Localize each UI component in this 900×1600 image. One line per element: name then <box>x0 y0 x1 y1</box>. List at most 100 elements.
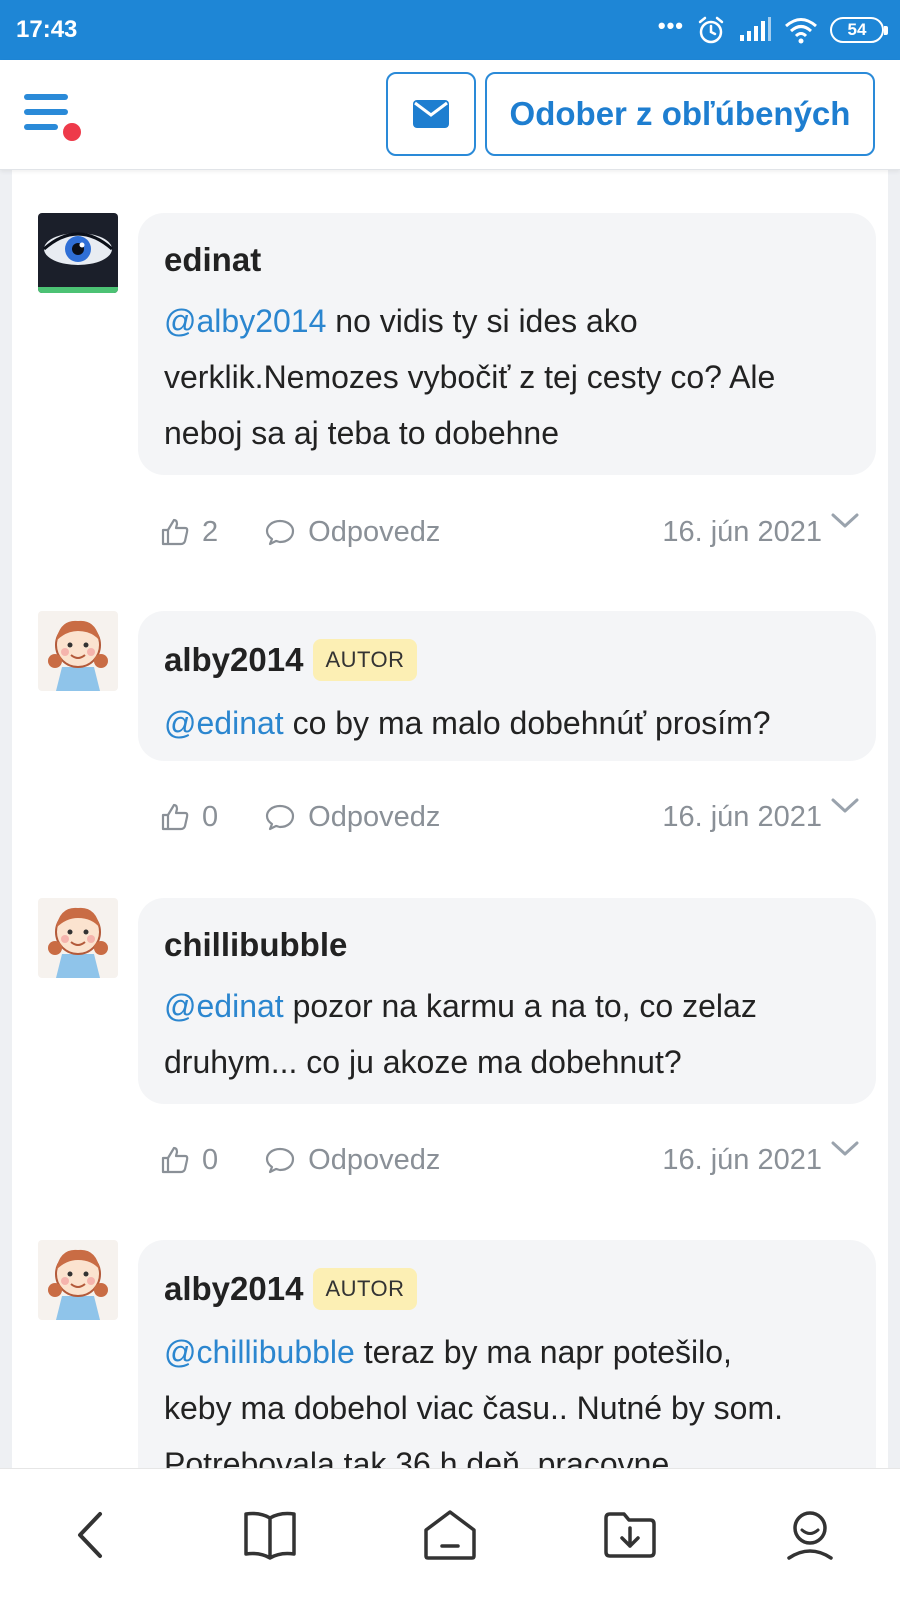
battery-indicator: 54 <box>830 17 888 43</box>
top-header: Odober z obľúbených <box>0 60 900 170</box>
reply-label: Odpovedz <box>308 515 441 548</box>
mention-link[interactable]: @chillibubble <box>164 1334 355 1370</box>
side-gutter <box>888 170 900 1468</box>
expand-button[interactable] <box>830 506 860 539</box>
comment-text: @edinat pozor na karmu a na to, co zelaz… <box>164 978 850 1090</box>
author-name[interactable]: alby2014 <box>164 1270 303 1308</box>
avatar[interactable] <box>38 213 118 293</box>
comment-date: 16. jún 2021 <box>662 800 822 833</box>
nav-back[interactable] <box>45 1490 135 1580</box>
comment-date: 16. jún 2021 <box>662 515 822 548</box>
signal-icon <box>740 17 771 41</box>
like-button[interactable]: 0 <box>160 1144 218 1177</box>
author-line: alby2014 AUTOR <box>164 1268 850 1310</box>
notification-dot <box>60 120 84 144</box>
download-folder-icon <box>604 1511 656 1558</box>
expand-button[interactable] <box>830 791 860 824</box>
author-name[interactable]: alby2014 <box>164 641 303 679</box>
avatar[interactable] <box>38 898 118 978</box>
more-dots: ••• <box>657 13 684 38</box>
text-segment: druhym... co ju akoze ma dobehnut? <box>164 1044 682 1080</box>
menu-line <box>24 124 58 130</box>
text-segment: verklik.Nemozes vybočiť z tej cesty co? … <box>164 359 776 395</box>
reply-button[interactable]: Odpovedz <box>264 1144 440 1177</box>
author-line: alby2014 AUTOR <box>164 639 850 681</box>
girl-avatar-image <box>38 611 118 691</box>
menu-button[interactable] <box>24 94 86 144</box>
reply-button[interactable]: Odpovedz <box>264 516 440 549</box>
chat-bubble-icon <box>266 1147 295 1174</box>
envelope-icon <box>413 100 449 128</box>
comment-text: @alby2014 no vidis ty si ides ako verkli… <box>164 293 850 461</box>
online-indicator <box>38 287 118 293</box>
profile-icon <box>787 1510 833 1560</box>
girl-avatar-image <box>38 898 118 978</box>
mention-link[interactable]: @edinat <box>164 705 284 741</box>
author-line: edinat <box>164 241 850 279</box>
comment-bubble: alby2014 AUTOR @edinat co by ma malo dob… <box>138 611 876 761</box>
expand-button[interactable] <box>830 1134 860 1167</box>
comment-bubble: alby2014 AUTOR @chillibubble teraz by ma… <box>138 1240 876 1468</box>
thumbs-up-icon <box>161 803 189 831</box>
mention-link[interactable]: @edinat <box>164 988 284 1024</box>
comment-text: @chillibubble teraz by ma napr potešilo,… <box>164 1324 850 1468</box>
book-icon <box>244 1511 296 1560</box>
remove-favorite-button[interactable]: Odober z obľúbených <box>485 72 875 156</box>
chevron-down-icon <box>831 513 859 528</box>
status-icons: ••• 54 <box>657 13 888 45</box>
text-segment: teraz by ma napr potešilo, <box>354 1334 732 1370</box>
status-time: 17:43 <box>16 16 78 43</box>
bottom-navigation <box>0 1468 900 1600</box>
eye-avatar-image <box>38 213 118 293</box>
comment-actions: 0 Odpovedz 16. jún 2021 <box>160 1140 860 1180</box>
menu-line <box>24 109 68 115</box>
author-badge: AUTOR <box>313 1268 417 1310</box>
chevron-down-icon <box>831 798 859 813</box>
text-segment: co by ma malo dobehnúť prosím? <box>283 705 771 741</box>
chat-bubble-icon <box>266 519 295 546</box>
like-button[interactable]: 0 <box>160 801 218 834</box>
like-count: 2 <box>202 515 219 548</box>
author-badge: AUTOR <box>313 639 417 681</box>
author-name[interactable]: edinat <box>164 241 261 279</box>
reply-label: Odpovedz <box>308 1143 441 1176</box>
comment-bubble: edinat @alby2014 no vidis ty si ides ako… <box>138 213 876 475</box>
like-count: 0 <box>202 1143 219 1176</box>
avatar[interactable] <box>38 611 118 691</box>
back-icon <box>78 1511 102 1558</box>
comment-actions: 0 Odpovedz 16. jún 2021 <box>160 797 860 837</box>
nav-home[interactable] <box>405 1490 495 1580</box>
status-bar: 17:43 ••• 54 <box>0 0 900 60</box>
nav-profile[interactable] <box>765 1490 855 1580</box>
wifi-icon <box>785 18 817 44</box>
chat-bubble-icon <box>266 804 295 831</box>
alarm-icon <box>698 16 724 44</box>
comment-bubble: chillibubble @edinat pozor na karmu a na… <box>138 898 876 1104</box>
text-segment: pozor na karmu a na to, co zelaz <box>283 988 757 1024</box>
reply-button[interactable]: Odpovedz <box>264 801 440 834</box>
nav-downloads[interactable] <box>585 1490 675 1580</box>
home-icon <box>424 1509 476 1560</box>
author-line: chillibubble <box>164 926 850 964</box>
text-segment: neboj sa aj teba to dobehne <box>164 415 559 451</box>
author-name[interactable]: chillibubble <box>164 926 347 964</box>
comment-list: edinat @alby2014 no vidis ty si ides ako… <box>12 170 888 1468</box>
thumbs-up-icon <box>161 518 189 546</box>
like-button[interactable]: 2 <box>160 516 218 549</box>
comment-actions: 2 Odpovedz 16. jún 2021 <box>160 512 860 552</box>
like-count: 0 <box>202 800 219 833</box>
menu-line <box>24 94 68 100</box>
nav-bookmarks[interactable] <box>225 1490 315 1580</box>
text-segment: no vidis ty si ides ako <box>326 303 638 339</box>
mention-link[interactable]: @alby2014 <box>164 303 326 339</box>
thumbs-up-icon <box>161 1146 189 1174</box>
text-segment: keby ma dobehol viac času.. Nutné by som… <box>164 1390 783 1426</box>
side-gutter <box>0 170 12 1468</box>
message-button[interactable] <box>386 72 476 156</box>
chevron-down-icon <box>831 1141 859 1156</box>
text-segment: Potrebovala tak 36 h deň, pracovne <box>164 1446 670 1468</box>
comment-text: @edinat co by ma malo dobehnúť prosím? <box>164 695 850 751</box>
girl-avatar-image <box>38 1240 118 1320</box>
reply-label: Odpovedz <box>308 800 441 833</box>
avatar[interactable] <box>38 1240 118 1320</box>
